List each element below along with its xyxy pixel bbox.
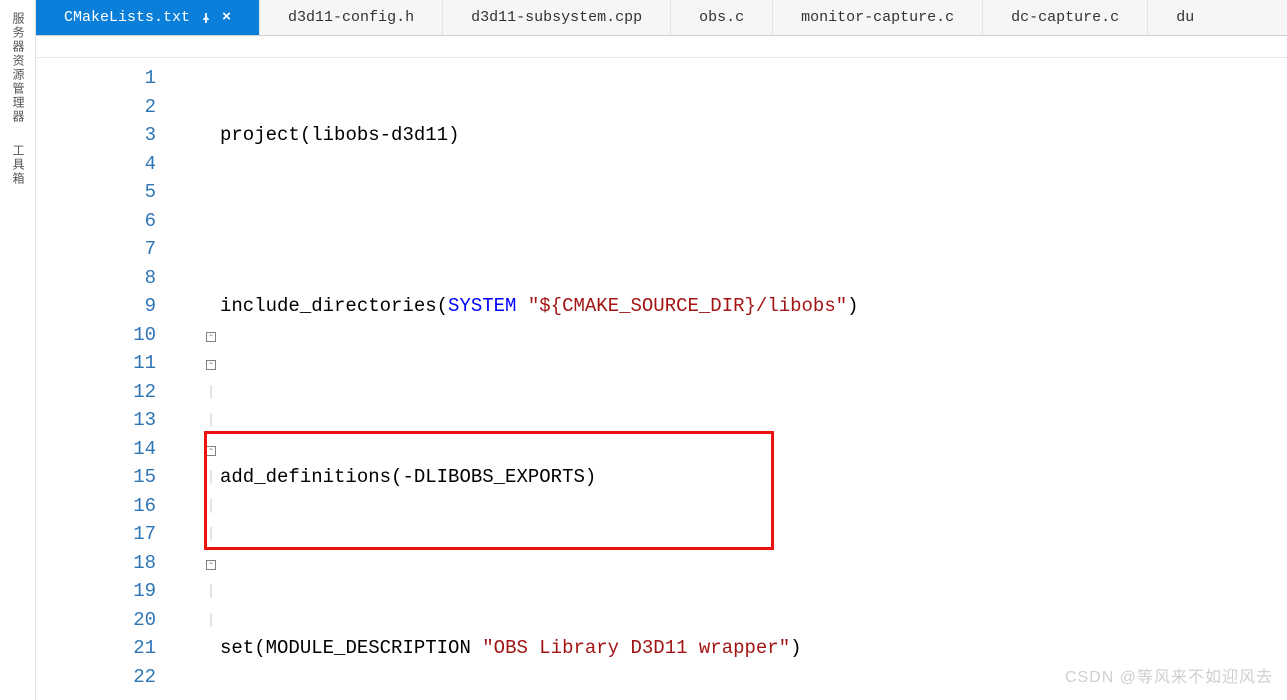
- fold-column: --││-│││-││: [204, 64, 218, 691]
- line-number-gutter: 12345678910111213141516171819202122: [36, 64, 174, 691]
- tab-obs-c[interactable]: obs.c: [671, 0, 773, 35]
- tab-dc-capture-c[interactable]: dc-capture.c: [983, 0, 1148, 35]
- line-number: 11: [36, 349, 174, 378]
- line-number: 4: [36, 150, 174, 179]
- line-number: 1: [36, 64, 174, 93]
- line-number: 7: [36, 235, 174, 264]
- pin-icon[interactable]: [200, 12, 212, 24]
- tab-overflow[interactable]: du: [1148, 0, 1222, 35]
- code-line: include_directories(SYSTEM "${CMAKE_SOUR…: [220, 292, 1287, 321]
- fold-toggle-icon[interactable]: -: [206, 560, 216, 570]
- code-line: project(libobs-d3d11): [220, 121, 1287, 150]
- line-number: 14: [36, 435, 174, 464]
- line-number: 12: [36, 378, 174, 407]
- line-number: 19: [36, 577, 174, 606]
- line-number: 15: [36, 463, 174, 492]
- tab-label: dc-capture.c: [1011, 9, 1119, 26]
- line-number: 21: [36, 634, 174, 663]
- side-tab-server-explorer[interactable]: 服务器资源管理器: [9, 12, 26, 124]
- code-line: [220, 549, 1287, 578]
- line-number: 22: [36, 663, 174, 692]
- tab-monitor-capture-c[interactable]: monitor-capture.c: [773, 0, 983, 35]
- fold-toggle-icon[interactable]: -: [206, 446, 216, 456]
- code-line: [220, 207, 1287, 236]
- code-content[interactable]: project(libobs-d3d11) include_directorie…: [220, 64, 1287, 700]
- tab-label: d3d11-subsystem.cpp: [471, 9, 642, 26]
- tab-label: CMakeLists.txt: [64, 9, 190, 26]
- main-area: CMakeLists.txt × d3d11-config.h d3d11-su…: [36, 0, 1287, 700]
- line-number: 9: [36, 292, 174, 321]
- tab-label: d3d11-config.h: [288, 9, 414, 26]
- tab-label: monitor-capture.c: [801, 9, 954, 26]
- line-number: 16: [36, 492, 174, 521]
- code-line: add_definitions(-DLIBOBS_EXPORTS): [220, 463, 1287, 492]
- line-number: 3: [36, 121, 174, 150]
- line-number: 2: [36, 93, 174, 122]
- line-number: 10: [36, 321, 174, 350]
- line-number: 20: [36, 606, 174, 635]
- nav-subbar: [36, 36, 1287, 58]
- tab-cmakelists[interactable]: CMakeLists.txt ×: [36, 0, 260, 35]
- line-number: 8: [36, 264, 174, 293]
- tab-label: obs.c: [699, 9, 744, 26]
- code-line: [220, 378, 1287, 407]
- tab-d3d11-subsystem-cpp[interactable]: d3d11-subsystem.cpp: [443, 0, 671, 35]
- line-number: 6: [36, 207, 174, 236]
- app-root: 服务器资源管理器 工具箱 CMakeLists.txt × d3d11-conf…: [0, 0, 1287, 700]
- side-rail: 服务器资源管理器 工具箱: [0, 0, 36, 700]
- fold-toggle-icon[interactable]: -: [206, 360, 216, 370]
- code-editor[interactable]: 12345678910111213141516171819202122 --││…: [36, 58, 1287, 700]
- line-number: 5: [36, 178, 174, 207]
- line-number: 17: [36, 520, 174, 549]
- line-number: 18: [36, 549, 174, 578]
- close-icon[interactable]: ×: [222, 9, 231, 26]
- tab-d3d11-config-h[interactable]: d3d11-config.h: [260, 0, 443, 35]
- side-tab-toolbox[interactable]: 工具箱: [9, 144, 26, 186]
- code-line: set(MODULE_DESCRIPTION "OBS Library D3D1…: [220, 634, 1287, 663]
- fold-toggle-icon[interactable]: -: [206, 332, 216, 342]
- tab-label: du: [1176, 9, 1194, 26]
- tab-bar: CMakeLists.txt × d3d11-config.h d3d11-su…: [36, 0, 1287, 36]
- line-number: 13: [36, 406, 174, 435]
- watermark-text: CSDN @等风来不如迎风去: [1065, 664, 1273, 693]
